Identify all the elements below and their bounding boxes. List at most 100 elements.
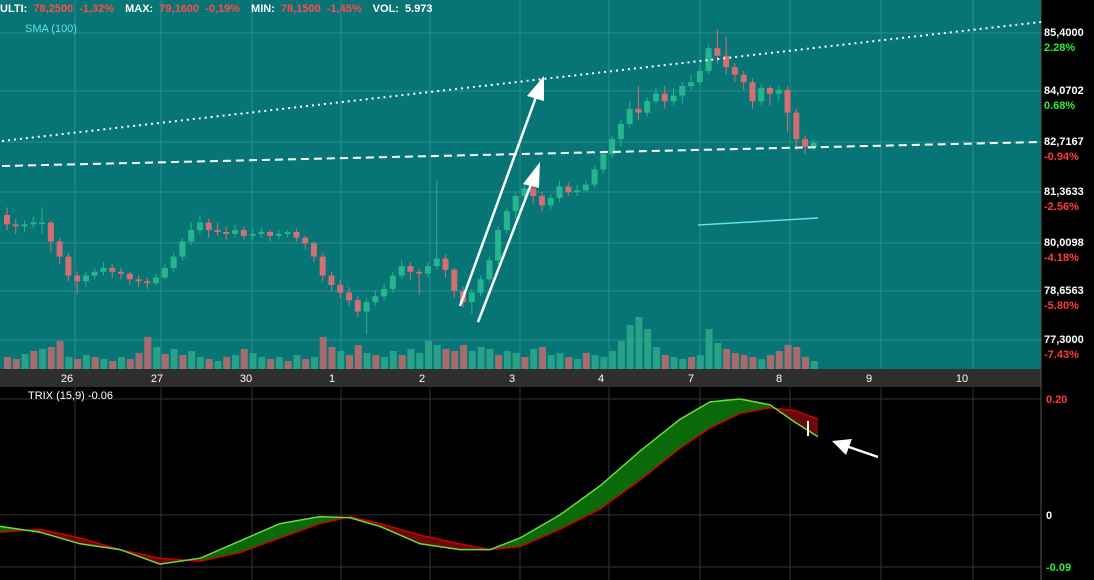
header-change: -1,45% (327, 3, 362, 15)
volume-bar (319, 337, 327, 369)
volume-bar (214, 361, 222, 369)
candle-body (486, 260, 493, 280)
volume-bar (644, 329, 652, 369)
candle-body (679, 86, 686, 96)
volume-bar (512, 353, 520, 369)
volume-bar (249, 353, 257, 369)
sma-legend[interactable]: SMA (100) (25, 23, 77, 35)
header-value: 5.973 (405, 3, 433, 15)
volume-bar (39, 349, 47, 369)
volume-bar (486, 349, 494, 369)
header-change: -1,32% (79, 3, 114, 15)
price-pct-label: -5.80% (1044, 300, 1079, 312)
candle[interactable] (486, 256, 493, 284)
volume-bar (267, 359, 275, 369)
volume-bar (810, 361, 818, 369)
price-pct-label: 0.68% (1044, 100, 1075, 112)
volume-bar (468, 351, 476, 369)
volume-bar (574, 359, 582, 369)
candle-body (74, 275, 81, 282)
volume-bar (565, 357, 573, 369)
volume-bar (293, 355, 301, 369)
candle-body (310, 243, 317, 257)
candle-body (240, 230, 247, 236)
volume-bar (170, 349, 178, 369)
candle-body (766, 87, 773, 94)
volume-bar (284, 361, 292, 369)
header-label: MIN: (251, 3, 275, 15)
candle-body (477, 279, 484, 293)
candle-body (810, 142, 817, 147)
volume-bar (56, 341, 64, 369)
price-tick-label: 84,0702 (1044, 85, 1084, 97)
candle-body (635, 108, 642, 113)
candle-body (337, 285, 344, 293)
date-tick-label: 27 (151, 373, 163, 385)
candle-body (135, 279, 142, 282)
candle-body (12, 224, 19, 227)
volume-bar (530, 349, 538, 369)
date-tick-label: 3 (509, 373, 515, 385)
candle-body (82, 275, 89, 282)
volume-bar (82, 355, 90, 369)
header-label: MAX: (125, 3, 153, 15)
volume-bar (205, 359, 213, 369)
volume-bar (731, 353, 739, 369)
candle-body (214, 230, 221, 232)
candle-body (161, 267, 168, 278)
price-tick-label: 80,0098 (1044, 237, 1084, 249)
volume-bar (451, 351, 459, 369)
candle[interactable] (503, 207, 510, 234)
candle-body (802, 139, 809, 147)
volume-bar (47, 347, 55, 369)
candle-body (284, 231, 291, 234)
candle-body (538, 195, 545, 206)
volume-bar (30, 351, 38, 369)
candle-body (652, 93, 659, 102)
volume-bar (407, 349, 415, 369)
candle-body (170, 256, 177, 268)
candle-body (582, 184, 589, 191)
volume-bar (600, 357, 608, 369)
candle-body (293, 231, 300, 238)
volume-bar (609, 351, 617, 369)
price-pct-label: -4.18% (1044, 252, 1079, 264)
candle-body (784, 89, 791, 113)
volume-bar (714, 343, 722, 369)
header-value: 78,2500 (33, 3, 73, 15)
candle-body (591, 169, 598, 185)
candle-body (565, 186, 572, 193)
candle-body (547, 197, 554, 206)
candle-body (512, 195, 519, 212)
trix-tick-label: -0.09 (1046, 562, 1071, 574)
candle-body (670, 95, 677, 102)
candle-body (556, 186, 563, 198)
volume-bar (302, 359, 310, 369)
volume-bar (179, 355, 187, 369)
volume-bar (12, 359, 20, 369)
volume-bar (688, 357, 696, 369)
volume-bar (424, 341, 432, 369)
candle-body (346, 292, 353, 301)
volume-bar (118, 357, 126, 369)
volume-bar (521, 357, 529, 369)
date-tick-label: 30 (240, 373, 252, 385)
candle-body (433, 258, 440, 267)
volume-bar (670, 357, 678, 369)
candle-body (740, 74, 747, 83)
volume-bar (416, 353, 424, 369)
volume-bar (740, 355, 748, 369)
trix-legend[interactable]: TRIX (15,9) -0.06 (28, 390, 113, 402)
candle-body (39, 222, 46, 225)
candle-body (617, 123, 624, 140)
date-tick-label: 2 (419, 373, 425, 385)
volume-bar (775, 351, 783, 369)
candle[interactable] (495, 226, 502, 265)
price-pct-label: -7.43% (1044, 349, 1079, 361)
volume-bar (328, 347, 336, 369)
volume-bar (433, 345, 441, 369)
header-value: 78,1500 (281, 3, 321, 15)
date-tick-label: 4 (598, 373, 604, 385)
candle-body (302, 237, 309, 244)
candle-body (749, 82, 756, 102)
